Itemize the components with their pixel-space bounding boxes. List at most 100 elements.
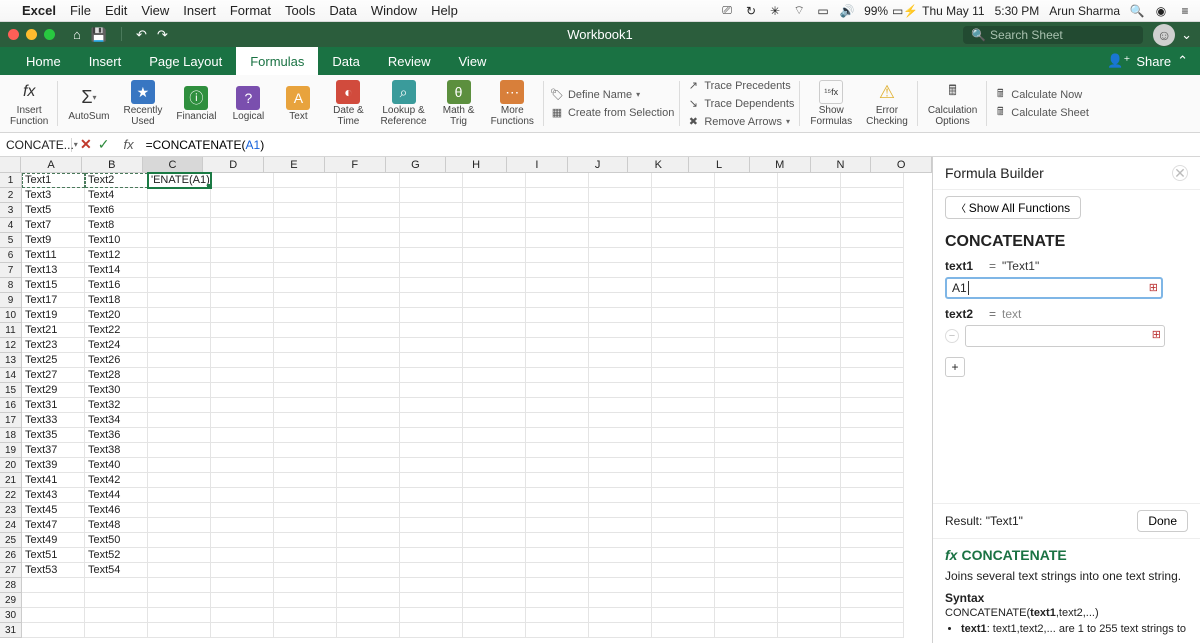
volume-icon[interactable]: 🔊 [840, 4, 854, 18]
cell-N24[interactable] [841, 518, 904, 533]
cell-F2[interactable] [337, 188, 400, 203]
cell-J18[interactable] [589, 428, 652, 443]
cell-N14[interactable] [841, 368, 904, 383]
cell-E27[interactable] [274, 563, 337, 578]
cell-C3[interactable] [148, 203, 211, 218]
cell-I17[interactable] [526, 413, 589, 428]
row-header-5[interactable]: 5 [0, 233, 22, 248]
cell-E25[interactable] [274, 533, 337, 548]
cell-I20[interactable] [526, 458, 589, 473]
cell-K11[interactable] [652, 323, 715, 338]
cell-A4[interactable]: Text7 [22, 218, 85, 233]
cell-A28[interactable] [22, 578, 85, 593]
cell-H28[interactable] [463, 578, 526, 593]
cell-E23[interactable] [274, 503, 337, 518]
cell-M12[interactable] [778, 338, 841, 353]
cell-L6[interactable] [715, 248, 778, 263]
col-header-F[interactable]: F [325, 157, 386, 173]
minimize-window-button[interactable] [26, 29, 37, 40]
tab-page-layout[interactable]: Page Layout [135, 47, 236, 75]
cell-I24[interactable] [526, 518, 589, 533]
fx-icon[interactable]: fx [117, 137, 139, 152]
row-header-20[interactable]: 20 [0, 458, 22, 473]
show-formulas-button[interactable]: ¹⁵fxShow Formulas [806, 78, 856, 129]
cell-K5[interactable] [652, 233, 715, 248]
cell-L19[interactable] [715, 443, 778, 458]
cell-B29[interactable] [85, 593, 148, 608]
cell-H17[interactable] [463, 413, 526, 428]
cell-I30[interactable] [526, 608, 589, 623]
cell-E5[interactable] [274, 233, 337, 248]
calculate-sheet-button[interactable]: 🖩Calculate Sheet [993, 105, 1089, 121]
autosum-button[interactable]: Σ▾AutoSum [64, 78, 113, 129]
cell-N5[interactable] [841, 233, 904, 248]
cell-C2[interactable] [148, 188, 211, 203]
tab-view[interactable]: View [445, 47, 501, 75]
cell-F10[interactable] [337, 308, 400, 323]
cell-B27[interactable]: Text54 [85, 563, 148, 578]
cell-M4[interactable] [778, 218, 841, 233]
cell-B1[interactable]: Text2 [85, 173, 148, 188]
cell-H30[interactable] [463, 608, 526, 623]
cell-J2[interactable] [589, 188, 652, 203]
cell-G26[interactable] [400, 548, 463, 563]
close-panel-button[interactable]: ✕ [1172, 165, 1188, 181]
cell-M13[interactable] [778, 353, 841, 368]
cell-F22[interactable] [337, 488, 400, 503]
cell-E18[interactable] [274, 428, 337, 443]
cell-D25[interactable] [211, 533, 274, 548]
cell-H12[interactable] [463, 338, 526, 353]
cell-J25[interactable] [589, 533, 652, 548]
row-header-28[interactable]: 28 [0, 578, 22, 593]
display-icon[interactable]: ▭ [816, 4, 830, 18]
cell-L17[interactable] [715, 413, 778, 428]
cell-A8[interactable]: Text15 [22, 278, 85, 293]
cell-K6[interactable] [652, 248, 715, 263]
cell-D31[interactable] [211, 623, 274, 638]
cell-D26[interactable] [211, 548, 274, 563]
cell-N19[interactable] [841, 443, 904, 458]
cell-C9[interactable] [148, 293, 211, 308]
menu-data[interactable]: Data [329, 3, 356, 18]
cell-G16[interactable] [400, 398, 463, 413]
cell-B13[interactable]: Text26 [85, 353, 148, 368]
cell-E26[interactable] [274, 548, 337, 563]
cell-E24[interactable] [274, 518, 337, 533]
cell-H23[interactable] [463, 503, 526, 518]
cell-H2[interactable] [463, 188, 526, 203]
cell-K16[interactable] [652, 398, 715, 413]
cell-D12[interactable] [211, 338, 274, 353]
cell-H31[interactable] [463, 623, 526, 638]
cell-D11[interactable] [211, 323, 274, 338]
cell-K12[interactable] [652, 338, 715, 353]
clock-icon[interactable]: ↻ [744, 4, 758, 18]
cell-L2[interactable] [715, 188, 778, 203]
cell-J6[interactable] [589, 248, 652, 263]
cell-M29[interactable] [778, 593, 841, 608]
cell-D20[interactable] [211, 458, 274, 473]
cell-N3[interactable] [841, 203, 904, 218]
cell-M15[interactable] [778, 383, 841, 398]
cell-A19[interactable]: Text37 [22, 443, 85, 458]
cell-D4[interactable] [211, 218, 274, 233]
cell-G9[interactable] [400, 293, 463, 308]
cell-H1[interactable] [463, 173, 526, 188]
cell-J9[interactable] [589, 293, 652, 308]
menu-file[interactable]: File [70, 3, 91, 18]
cell-A10[interactable]: Text19 [22, 308, 85, 323]
cell-C31[interactable] [148, 623, 211, 638]
cell-I11[interactable] [526, 323, 589, 338]
cell-A25[interactable]: Text49 [22, 533, 85, 548]
add-argument-button[interactable]: + [945, 357, 965, 377]
cell-H3[interactable] [463, 203, 526, 218]
cell-F27[interactable] [337, 563, 400, 578]
cell-F6[interactable] [337, 248, 400, 263]
name-box[interactable]: CONCATE...▾ [0, 138, 72, 152]
cell-A30[interactable] [22, 608, 85, 623]
cell-M26[interactable] [778, 548, 841, 563]
col-header-H[interactable]: H [446, 157, 507, 173]
text-button[interactable]: AText [276, 78, 320, 129]
tab-insert[interactable]: Insert [75, 47, 136, 75]
cell-D1[interactable] [211, 173, 274, 188]
cell-K9[interactable] [652, 293, 715, 308]
